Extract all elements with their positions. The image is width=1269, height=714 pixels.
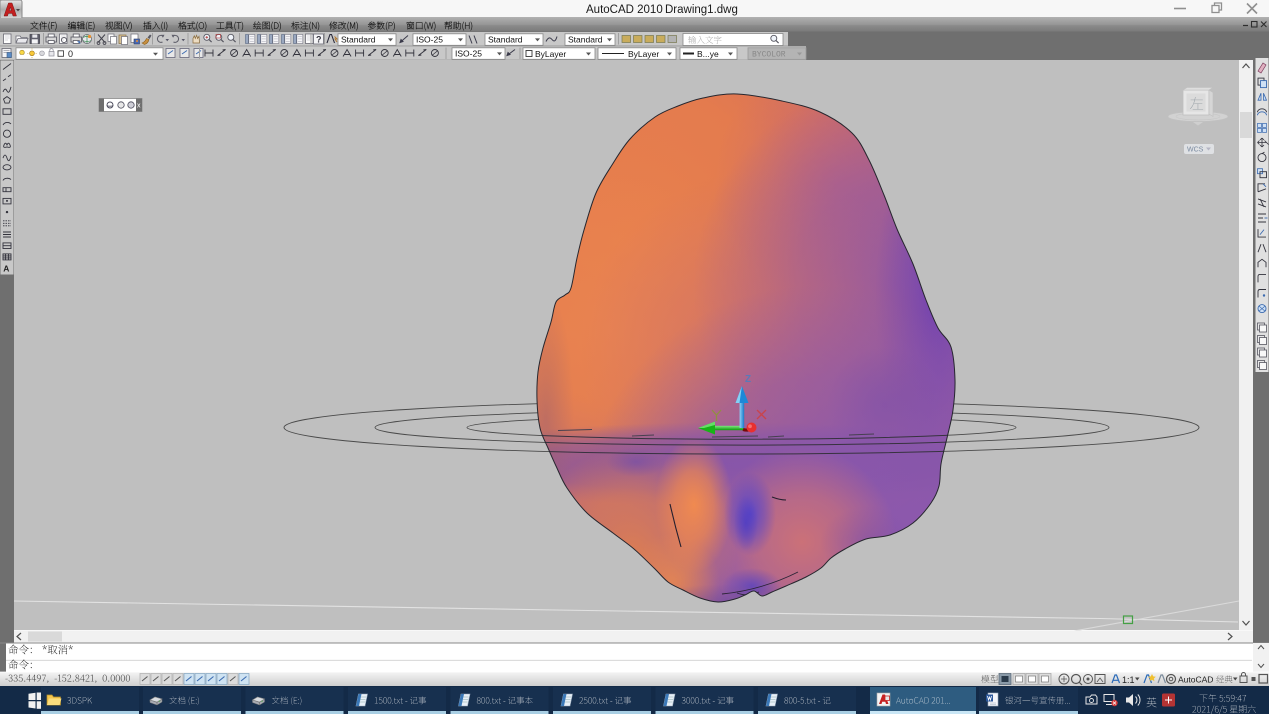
svg-text:1:1: 1:1 — [1122, 675, 1135, 685]
svg-text:0: 0 — [68, 49, 73, 59]
svg-text:ISO-25: ISO-25 — [455, 49, 482, 59]
svg-text:AutoCAD: AutoCAD — [1178, 675, 1213, 685]
svg-text:A: A — [3, 264, 9, 274]
svg-text:ByLayer: ByLayer — [535, 49, 566, 59]
svg-text:BYCOLOR: BYCOLOR — [752, 51, 786, 60]
svg-text:Z: Z — [745, 374, 751, 385]
svg-text:Standard: Standard — [488, 35, 523, 45]
svg-text:Drawing1.dwg: Drawing1.dwg — [665, 4, 738, 16]
svg-text:AutoCAD 2010: AutoCAD 2010 — [586, 4, 663, 16]
svg-text:?: ? — [316, 34, 322, 44]
svg-text:WCS: WCS — [1187, 147, 1204, 154]
svg-text:ByLayer: ByLayer — [628, 49, 659, 59]
svg-text:x: x — [137, 103, 141, 110]
svg-text:Standard: Standard — [341, 35, 376, 45]
svg-text:ISO-25: ISO-25 — [416, 35, 443, 45]
svg-text:Standard: Standard — [568, 35, 603, 45]
svg-text:B...ye: B...ye — [697, 49, 719, 59]
